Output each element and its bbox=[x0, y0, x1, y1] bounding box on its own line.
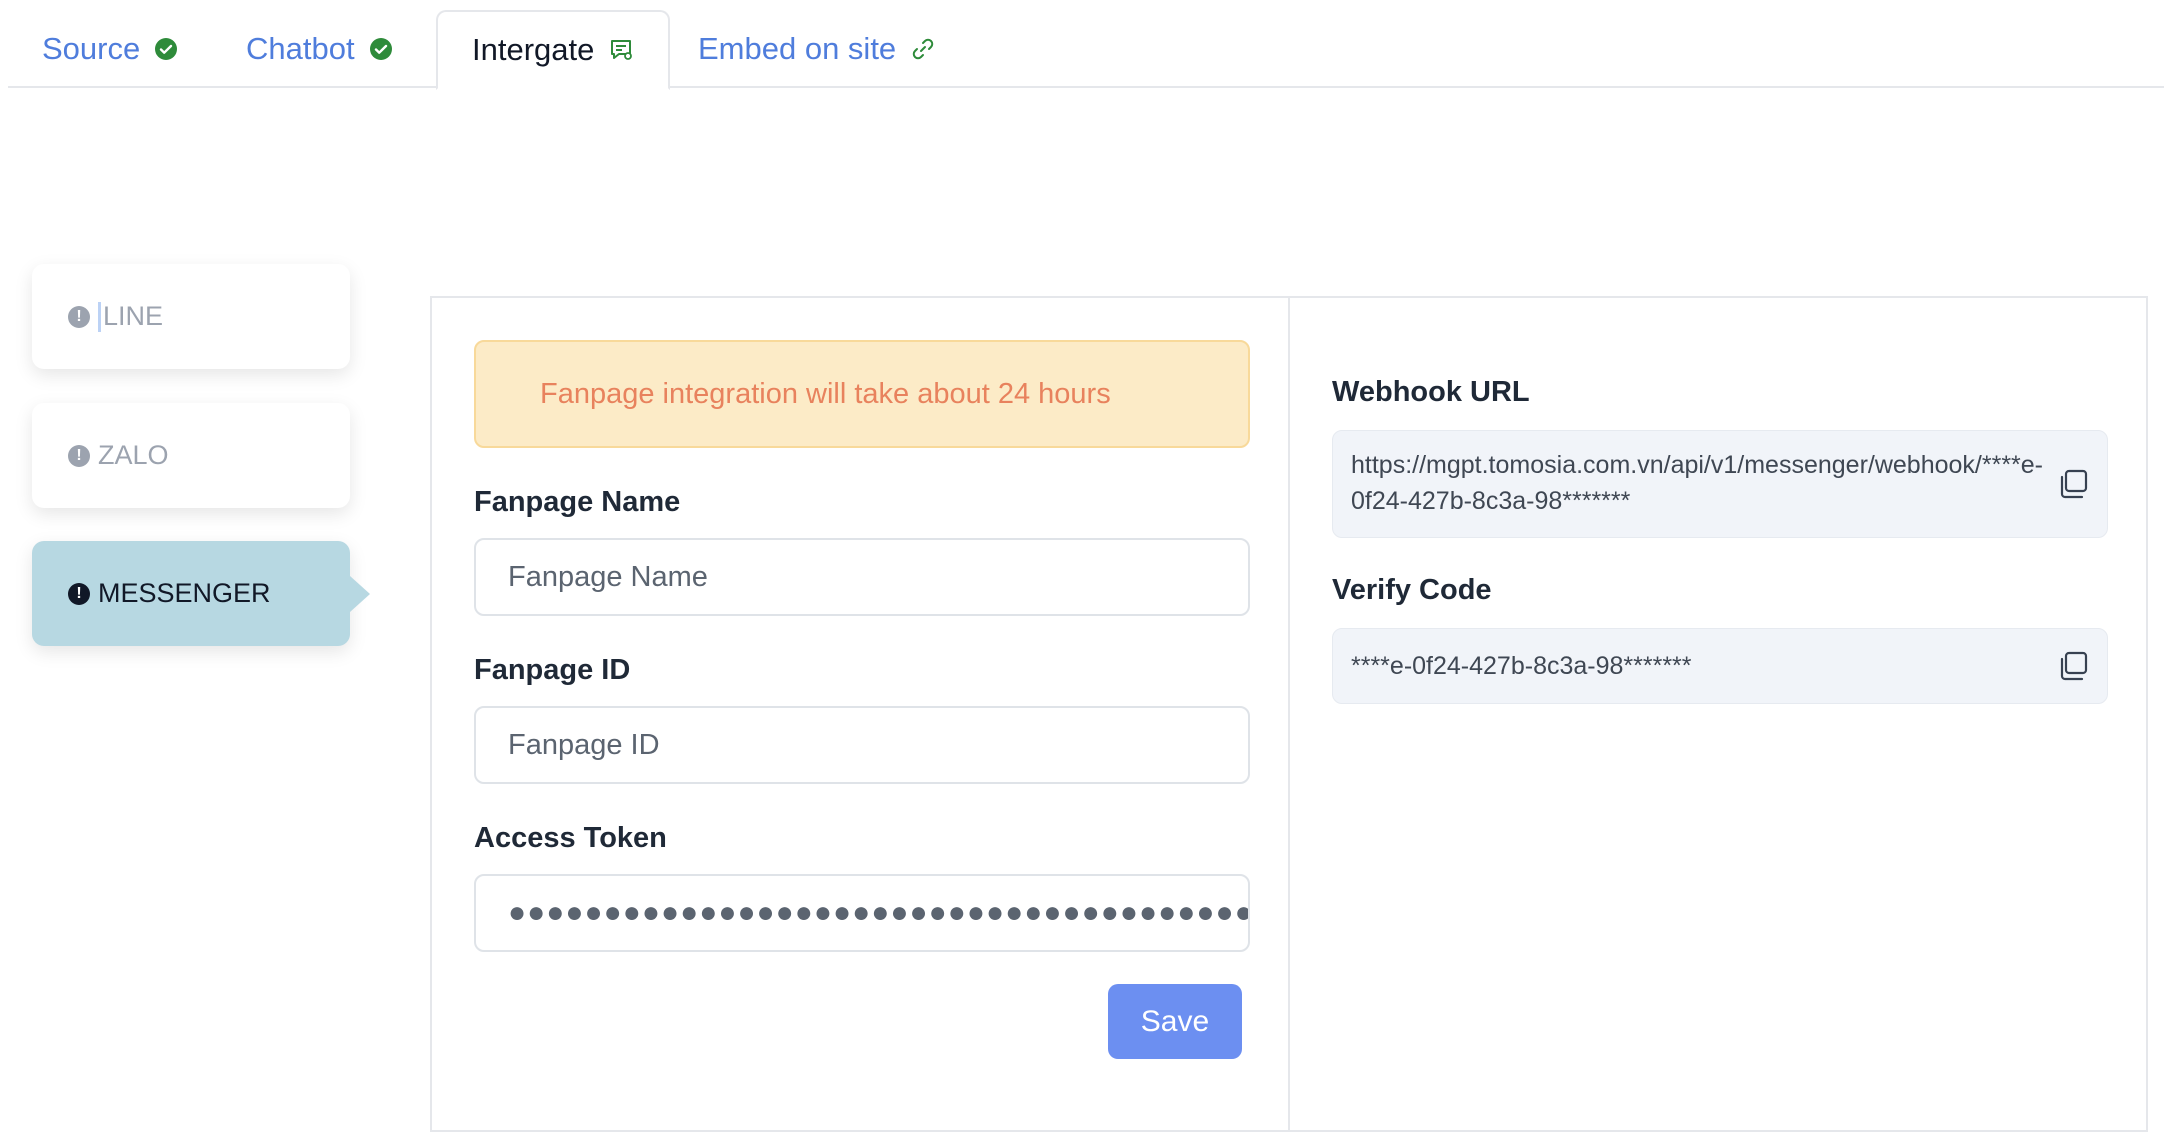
tab-bar: Source Chatbot Intergate Embed on site bbox=[8, 0, 2164, 90]
tab-source-label: Source bbox=[42, 31, 141, 66]
warning-icon: ! bbox=[68, 582, 90, 605]
webhook-url-label: Webhook URL bbox=[1332, 376, 1530, 408]
tab-chatbot-label: Chatbot bbox=[246, 31, 355, 66]
channel-messenger-label: MESSENGER bbox=[98, 578, 271, 608]
channel-messenger[interactable]: ! MESSENGER bbox=[32, 541, 350, 646]
channel-zalo-label: ZALO bbox=[98, 440, 169, 470]
webhook-info-panel: Webhook URL https://mgpt.tomosia.com.vn/… bbox=[1288, 296, 2148, 1132]
verify-code-label: Verify Code bbox=[1332, 574, 1492, 606]
channel-zalo[interactable]: ! ZALO bbox=[32, 403, 350, 508]
webhook-url-value: https://mgpt.tomosia.com.vn/api/v1/messe… bbox=[1351, 451, 2044, 515]
tab-embed-on-site[interactable]: Embed on site bbox=[698, 10, 936, 88]
copy-icon[interactable] bbox=[2055, 648, 2091, 684]
integration-form-panel: Fanpage integration will take about 24 h… bbox=[430, 296, 1290, 1132]
tab-embed-label: Embed on site bbox=[698, 31, 897, 66]
tab-integrate[interactable]: Intergate bbox=[436, 10, 671, 90]
access-token-input[interactable] bbox=[474, 874, 1250, 952]
warning-icon: ! bbox=[68, 305, 90, 328]
check-circle-icon bbox=[369, 37, 393, 61]
link-icon bbox=[910, 36, 936, 62]
save-button[interactable]: Save bbox=[1108, 984, 1242, 1059]
tab-source[interactable]: Source bbox=[42, 10, 178, 88]
access-token-label: Access Token bbox=[474, 822, 667, 854]
fanpage-name-label: Fanpage Name bbox=[474, 486, 681, 518]
tab-chatbot[interactable]: Chatbot bbox=[246, 10, 393, 88]
text-caret bbox=[98, 301, 101, 332]
fanpage-id-label: Fanpage ID bbox=[474, 654, 631, 686]
tab-integrate-label: Intergate bbox=[472, 32, 595, 67]
check-circle-icon bbox=[154, 37, 178, 61]
channel-line[interactable]: ! LINE bbox=[32, 264, 350, 369]
warning-icon: ! bbox=[68, 444, 90, 467]
webhook-url-box: https://mgpt.tomosia.com.vn/api/v1/messe… bbox=[1332, 430, 2108, 538]
verify-code-box: ****e-0f24-427b-8c3a-98******* bbox=[1332, 628, 2108, 704]
fanpage-id-input[interactable] bbox=[474, 706, 1250, 784]
copy-icon[interactable] bbox=[2055, 466, 2091, 502]
channel-line-label: LINE bbox=[103, 301, 164, 331]
verify-code-value: ****e-0f24-427b-8c3a-98******* bbox=[1351, 652, 1692, 680]
fanpage-name-input[interactable] bbox=[474, 538, 1250, 616]
chat-settings-icon bbox=[608, 37, 634, 63]
integration-notice: Fanpage integration will take about 24 h… bbox=[474, 340, 1250, 448]
